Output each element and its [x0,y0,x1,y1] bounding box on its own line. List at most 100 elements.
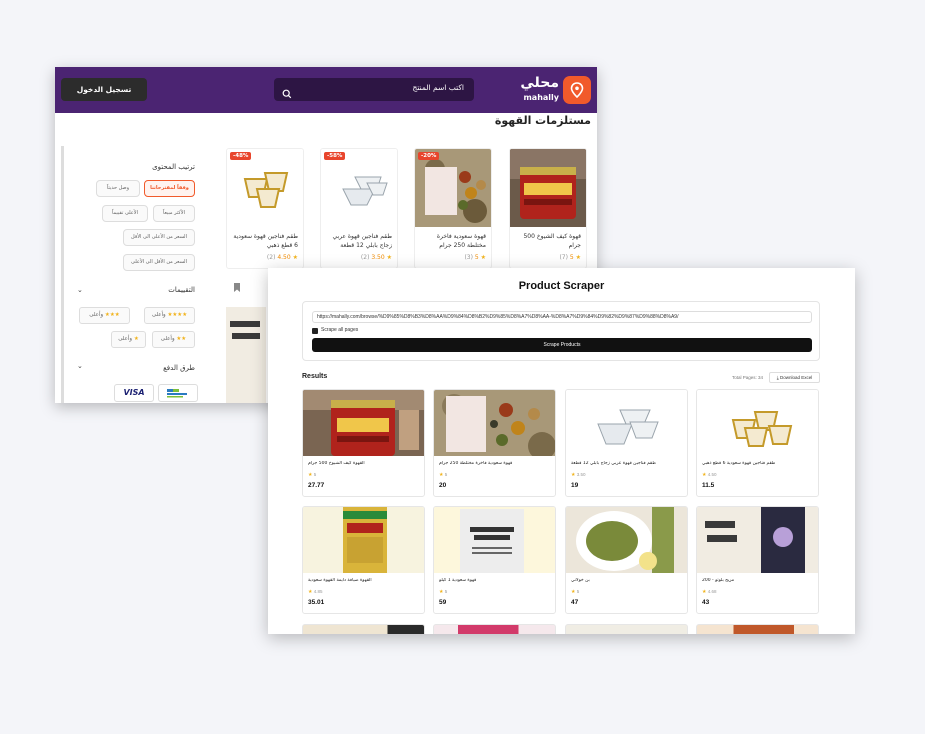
product-price: 47 [571,599,579,606]
product-image [303,390,424,456]
product-image [510,149,586,227]
download-excel-button[interactable]: ⤓ Download Excel [769,372,820,383]
chevron-down-icon[interactable]: ⌄ [77,362,83,370]
product-name: طقم فناجين قهوة عربي زجاج بابلي 12 قطعة [332,233,392,249]
product-rating: ★ 4.68 [702,589,717,595]
product-rating: ★ 4.50 [702,472,717,478]
rating-count: (3) [464,254,473,261]
result-card[interactable]: بن خولاني ★ 5 47 [565,506,688,614]
discount-badge: -48% [230,152,252,160]
rating-filter-2[interactable]: وأعلى ★★ [152,331,195,348]
payment-section-title: طرق الدفع [163,364,195,372]
product-price: 59 [439,599,447,606]
product-card[interactable]: -58% طقم فناجين قهوة عربي زجاج بابلي 12 … [320,148,398,269]
rating-count: (2) [360,254,370,261]
rating-value: 5 [313,472,317,477]
rating-value: 3.50 [371,254,385,261]
rating-count: (7) [559,254,568,261]
rating-value: 4.50 [707,472,717,477]
stars-icon: ★★★ [104,312,120,318]
scrape-form: https://mahally.com/browse/%D9%85%D8%B3%… [302,301,820,361]
search-icon[interactable] [282,84,292,103]
product-price: 35.01 [308,599,325,606]
star-icon: ★ [439,472,444,478]
result-card[interactable]: قهوة سعودية 1 كيلو ★ 5 59 [433,506,556,614]
product-rating: (2) 3.50 ★ [361,254,392,261]
sort-option-price-high-low[interactable]: السعر من الأعلى الى الأقل [123,229,195,246]
result-card-partial[interactable] [433,624,556,634]
product-rating: ★ 5 [308,472,316,478]
rating-value: 3.50 [576,472,586,477]
mahally-logo[interactable]: محلي mahally [520,75,591,106]
product-name: طقم فناجين قهوة سعودية 6 قطع ذهبي [702,461,776,466]
rating-value: 5 [474,254,479,261]
product-scraper-window: Product Scraper https://mahally.com/brow… [268,268,855,634]
product-card[interactable]: قهوة كيف الشيوخ 500 جرام (7) 5 ★ [509,148,587,269]
result-card-partial[interactable] [302,624,425,634]
product-rating: (3) 5 ★ [464,254,486,261]
star-icon: ★ [571,472,576,478]
sort-option-newest[interactable]: وصل حديثاً [96,180,140,197]
discount-badge: -58% [324,152,346,160]
product-name: قهوة كيف الشيوخ 500 جرام [523,233,581,249]
star-icon: ★ [386,254,392,261]
chevron-down-icon[interactable]: ⌄ [77,286,83,294]
bookmark-icon[interactable] [233,277,241,296]
url-input[interactable]: https://mahally.com/browse/%D9%85%D8%B3%… [312,311,812,323]
rating-filter-label: وأعلى [151,312,166,318]
product-rating: ★ 3.50 [571,472,586,478]
results-heading: Results [302,373,328,380]
star-icon: ★ [439,589,444,595]
search-placeholder: اكتب اسم المنتج [412,83,464,92]
location-pin-icon [563,76,591,104]
rating-value: 4.85 [313,589,323,594]
product-price: 11.5 [702,482,715,489]
product-name: طقم فناجين قهوة سعودية 6 قطع ذهبي [233,233,298,249]
download-label: Download Excel [779,375,813,380]
login-button[interactable]: تسجيل الدخول [61,78,147,101]
product-image [321,149,397,227]
product-card[interactable]: -20% قهوة سعودية فاخرة مختلطة 250 جرام (… [414,148,492,269]
product-card[interactable]: -48% طقم فناجين قهوة سعودية 6 قطع ذهبي (… [226,148,304,269]
scrape-all-label: Scrape all pages [321,327,359,333]
rating-value: 4.68 [707,589,717,594]
product-image [434,507,555,573]
result-card[interactable]: طقم فناجين قهوة عربي زجاج بابلي 12 قطعة … [565,389,688,497]
partial-product-image [226,307,266,403]
result-card-partial[interactable] [696,624,819,634]
rating-count: (2) [266,254,276,261]
sort-option-price-low-high[interactable]: السعر من الأقل الى الأعلى [123,254,195,271]
scrape-products-button[interactable]: Scrape Products [312,338,812,352]
page-title: مستلزمات القهوة [494,114,591,127]
result-card[interactable]: طقم فناجين قهوة سعودية 6 قطع ذهبي ★ 4.50… [696,389,819,497]
discount-badge: -20% [418,152,440,160]
scraper-title: Product Scraper [518,280,605,292]
search-input[interactable]: اكتب اسم المنتج [274,78,474,101]
result-card[interactable]: مزيج بلوتو - 200 ★ 4.68 43 [696,506,819,614]
rating-filter-4[interactable]: وأعلى ★★★★ [144,307,195,324]
star-icon: ★ [308,589,313,595]
sort-option-top-rated[interactable]: الأعلى تقييماً [102,205,148,222]
result-card[interactable]: القهوة كيف الشيوخ 500 جرام ★ 5 27.77 [302,389,425,497]
sort-option-bestselling[interactable]: الأكثر مبيعاً [153,205,195,222]
total-pages-text: Total Pages: 34 [732,375,764,380]
stars-icon: ★★ [176,336,187,342]
result-card[interactable]: قهوة سعودية فاخرة مختلطة 250 جرام ★ 5 20 [433,389,556,497]
scrape-all-checkbox[interactable] [312,328,318,343]
product-rating: ★ 5 [571,589,579,595]
product-price: 20 [439,482,447,489]
download-icon: ⤓ [776,375,779,380]
product-image [566,507,687,573]
rating-value: 4.50 [277,254,291,261]
rating-filter-3[interactable]: وأعلى ★★★ [79,307,130,324]
result-card[interactable]: القهوة ضيافة دايمة القهوة سعودية ★ 4.85 … [302,506,425,614]
result-card-partial[interactable] [565,624,688,634]
star-icon: ★ [308,472,313,478]
rating-filter-1[interactable]: وأعلى ★ [111,331,146,348]
product-image [697,507,818,573]
star-icon: ★ [480,254,486,261]
sort-option-recommended[interactable]: وفقاً لمقترحاتنا [144,180,195,197]
star-icon: ★ [575,254,581,261]
star-icon: ★ [292,254,298,261]
product-name: قهوة سعودية فاخرة مختلطة 250 جرام [436,233,486,249]
